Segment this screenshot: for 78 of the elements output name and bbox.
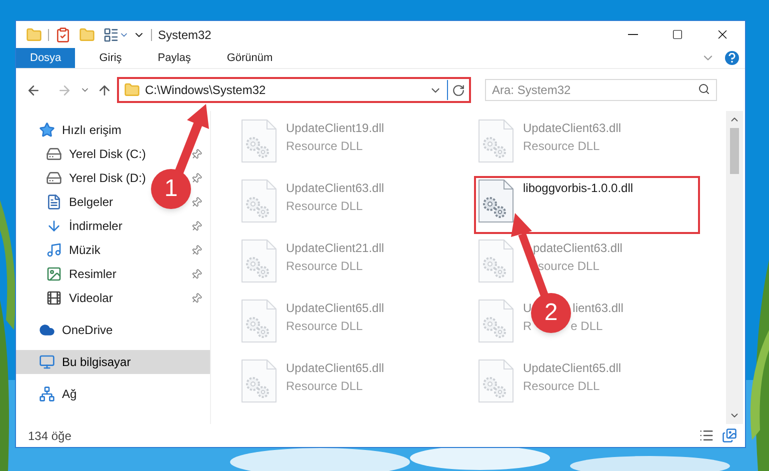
- file-gear-icon: [478, 179, 514, 223]
- file-gear-icon: [478, 119, 514, 163]
- file-name: UpdateClient21.dll: [286, 240, 384, 257]
- sidebar-item[interactable]: Resimler: [69, 265, 116, 283]
- file-name: UpdateClient65.dll: [286, 300, 384, 317]
- file-name: UpdateClient19.dll: [286, 120, 384, 137]
- file-gear-icon: [478, 299, 514, 343]
- file-name: liboggvorbis-1.0.0.dll: [523, 180, 634, 197]
- drive-icon: [46, 170, 62, 186]
- network-icon: [39, 386, 55, 402]
- file-type: source DLL: [537, 258, 600, 275]
- music-icon: [46, 242, 62, 258]
- help-icon[interactable]: [725, 51, 739, 65]
- download-icon: [46, 218, 62, 234]
- sidebar-item[interactable]: OneDrive: [62, 321, 113, 339]
- sidebar-item[interactable]: Belgeler: [69, 193, 114, 211]
- ribbon-tab[interactable]: Paylaş: [146, 48, 203, 68]
- sidebar-label: Bu bilgisayar: [62, 354, 131, 371]
- sidebar-item[interactable]: Bu bilgisayar: [16, 350, 210, 374]
- refresh-icon[interactable]: [452, 84, 465, 96]
- up-icon[interactable]: [97, 82, 112, 98]
- file-name: pdateClient63.dll: [532, 240, 622, 257]
- item-count: 134 öğe: [28, 428, 72, 444]
- file-type: Resource DLL: [286, 138, 364, 155]
- sidebar-item[interactable]: İndirmeler: [69, 217, 122, 235]
- file-gear-icon: [241, 179, 277, 223]
- address-path: C:\Windows\System32: [145, 82, 267, 99]
- file-gear-icon: [478, 359, 514, 403]
- ribbon-tab[interactable]: Görünüm: [214, 48, 285, 68]
- file-gear-icon: [241, 239, 277, 283]
- file-type: Resource DLL: [286, 378, 364, 395]
- file-type: R: [523, 318, 532, 335]
- large-icons-view-icon[interactable]: [722, 428, 737, 443]
- file-gear-icon: [241, 119, 277, 163]
- file-name: UpdateClient63.dll: [286, 180, 384, 197]
- videos-icon: [46, 290, 62, 306]
- highlighted-file[interactable]: liboggvorbis-1.0.0.dll: [474, 176, 700, 234]
- file-gear-icon: [241, 359, 277, 403]
- search-field[interactable]: Ara: System32: [485, 79, 717, 101]
- file-name: lient63.dll: [572, 300, 624, 317]
- scroll-thumb[interactable]: [730, 128, 739, 174]
- file-menu-button[interactable]: Dosya: [16, 48, 76, 68]
- folder-icon: [124, 82, 140, 98]
- sidebar-item[interactable]: Hızlı erişim: [62, 121, 122, 139]
- file-name: UpdateClient63.dll: [523, 120, 622, 137]
- star-icon: [39, 122, 55, 138]
- details-view-icon[interactable]: [699, 428, 714, 443]
- ribbon-tab[interactable]: Giriş: [87, 48, 134, 68]
- sidebar-item[interactable]: Yerel Disk (D:): [69, 169, 146, 187]
- drive-icon: [46, 146, 62, 162]
- file-type: Resource DLL: [286, 318, 364, 335]
- file-type: Resource DLL: [523, 378, 601, 395]
- sidebar-item[interactable]: Ağ: [62, 385, 77, 403]
- maximize-icon: [672, 29, 683, 40]
- file-gear-icon: [241, 299, 277, 343]
- document-icon: [46, 194, 62, 210]
- file-type: Resource DLL: [286, 258, 364, 275]
- file-gear-icon: [478, 239, 514, 283]
- back-icon[interactable]: [26, 82, 41, 98]
- minimize-icon: [628, 34, 638, 35]
- view-icon[interactable]: [103, 26, 119, 42]
- scrollbar[interactable]: [726, 111, 743, 424]
- file-type: Resource DLL: [286, 198, 364, 215]
- window-title: System32: [158, 26, 212, 44]
- sidebar-item[interactable]: Yerel Disk (C:): [69, 145, 146, 163]
- file-name: UpdateClient65.dll: [523, 360, 622, 377]
- pictures-icon: [46, 266, 62, 282]
- file-type: Resource DLL: [523, 138, 601, 155]
- file-name: U: [523, 300, 532, 317]
- file-type: e DLL: [570, 318, 603, 335]
- address-bar[interactable]: C:\Windows\System32: [117, 77, 471, 103]
- computer-icon: [39, 354, 55, 370]
- sidebar-item[interactable]: Videolar: [69, 289, 113, 307]
- search-icon[interactable]: [698, 83, 710, 95]
- cloud-icon: [39, 322, 55, 338]
- file-name: UpdateClient65.dll: [286, 360, 384, 377]
- properties-icon[interactable]: [55, 26, 71, 42]
- sidebar-item[interactable]: Müzik: [69, 241, 100, 259]
